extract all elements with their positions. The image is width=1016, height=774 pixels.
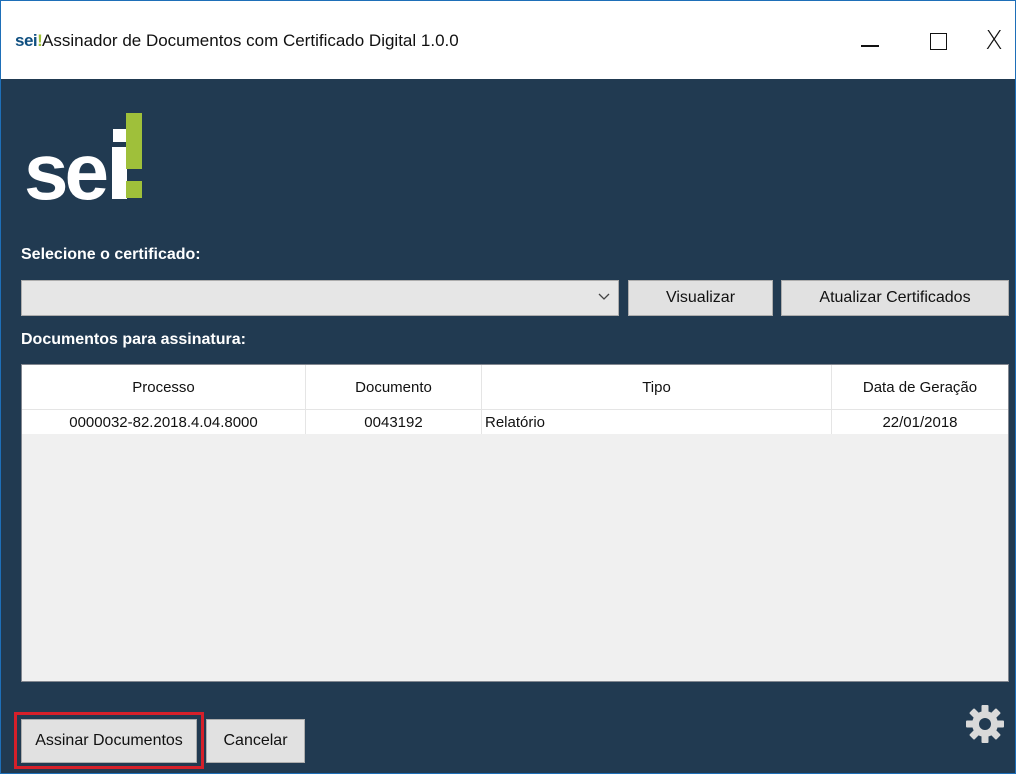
app-icon: sei! xyxy=(15,31,43,51)
title-bar[interactable]: sei! Assinador de Documentos com Certifi… xyxy=(1,1,1015,79)
documents-table[interactable]: Processo Documento Tipo Data de Geração … xyxy=(21,364,1009,682)
close-icon: X xyxy=(985,26,1003,56)
minimize-button[interactable] xyxy=(843,21,897,61)
certificate-select[interactable] xyxy=(21,280,619,316)
column-header-data[interactable]: Data de Geração xyxy=(832,365,1008,409)
maximize-icon xyxy=(929,32,947,50)
documents-label: Documentos para assinatura: xyxy=(21,331,246,348)
visualizar-button[interactable]: Visualizar xyxy=(628,280,773,316)
chevron-down-icon xyxy=(598,289,610,307)
column-header-tipo[interactable]: Tipo xyxy=(482,365,832,409)
app-icon-text: sei xyxy=(15,31,38,50)
atualizar-certificados-button[interactable]: Atualizar Certificados xyxy=(781,280,1009,316)
gear-icon[interactable] xyxy=(965,704,1005,744)
cell-data: 22/01/2018 xyxy=(882,413,958,431)
close-button[interactable]: X xyxy=(967,21,1015,61)
minimize-icon xyxy=(861,45,879,47)
certificate-label: Selecione o certificado: xyxy=(21,246,201,263)
table-header: Processo Documento Tipo Data de Geração xyxy=(22,365,1008,409)
svg-text:se: se xyxy=(24,127,106,211)
sei-logo: se xyxy=(24,101,154,211)
maximize-button[interactable] xyxy=(911,21,965,61)
cell-tipo: Relatório xyxy=(482,410,832,434)
window-title: Assinador de Documentos com Certificado … xyxy=(42,31,459,50)
app-window: sei! Assinador de Documentos com Certifi… xyxy=(0,0,1016,774)
column-header-processo[interactable]: Processo xyxy=(22,365,306,409)
assinar-documentos-button[interactable]: Assinar Documentos xyxy=(21,719,197,763)
table-row[interactable]: 0000032-82.2018.4.04.8000 0043192 Relató… xyxy=(22,409,1008,434)
cancelar-button[interactable]: Cancelar xyxy=(206,719,305,763)
cell-documento: 0043192 xyxy=(306,410,482,434)
cell-processo: 0000032-82.2018.4.04.8000 xyxy=(22,410,306,434)
column-header-documento[interactable]: Documento xyxy=(306,365,482,409)
